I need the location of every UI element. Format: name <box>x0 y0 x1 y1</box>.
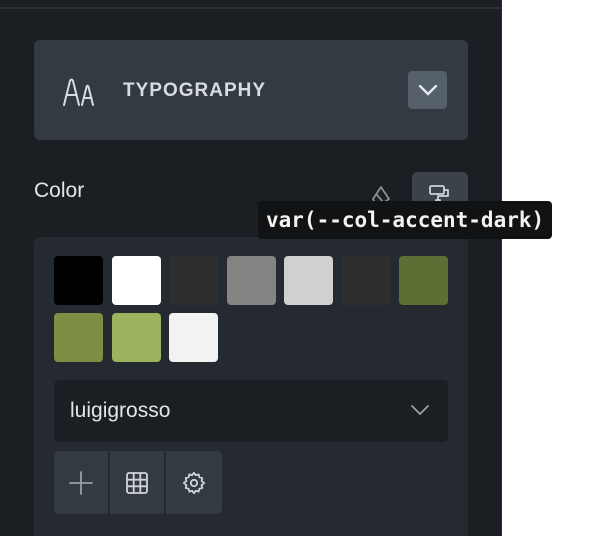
palette-settings-button[interactable] <box>166 451 222 514</box>
chevron-down-icon <box>411 405 429 415</box>
color-variable-tooltip: var(--col-accent-dark) <box>258 201 553 239</box>
section-title: TYPOGRAPHY <box>123 80 267 101</box>
color-swatch[interactable] <box>284 256 333 305</box>
typography-icon <box>63 78 94 106</box>
palette-select[interactable]: luigigrosso <box>54 380 448 442</box>
color-swatch[interactable] <box>54 313 103 362</box>
color-swatch[interactable] <box>341 256 391 305</box>
color-swatch[interactable] <box>111 313 161 362</box>
collapse-section-button[interactable] <box>408 71 447 109</box>
grid-icon <box>126 471 148 494</box>
color-swatches <box>54 256 454 362</box>
color-swatch[interactable] <box>169 313 218 362</box>
color-swatch[interactable] <box>226 256 276 305</box>
chevron-down-icon <box>418 84 437 96</box>
color-swatch[interactable] <box>399 256 448 305</box>
color-label: Color <box>34 179 85 202</box>
color-swatch[interactable] <box>111 256 161 305</box>
gear-icon <box>182 471 206 494</box>
plus-icon <box>69 470 93 495</box>
add-color-button[interactable] <box>54 451 110 514</box>
color-swatch[interactable] <box>54 256 103 305</box>
design-sidebar: TYPOGRAPHY Color var(--col-accent-dark) … <box>0 0 553 536</box>
palette-tools <box>54 451 222 514</box>
divider <box>0 7 502 9</box>
color-swatch[interactable] <box>169 256 218 305</box>
palette-selected-value: luigigrosso <box>70 399 171 422</box>
grid-view-button[interactable] <box>110 451 166 514</box>
